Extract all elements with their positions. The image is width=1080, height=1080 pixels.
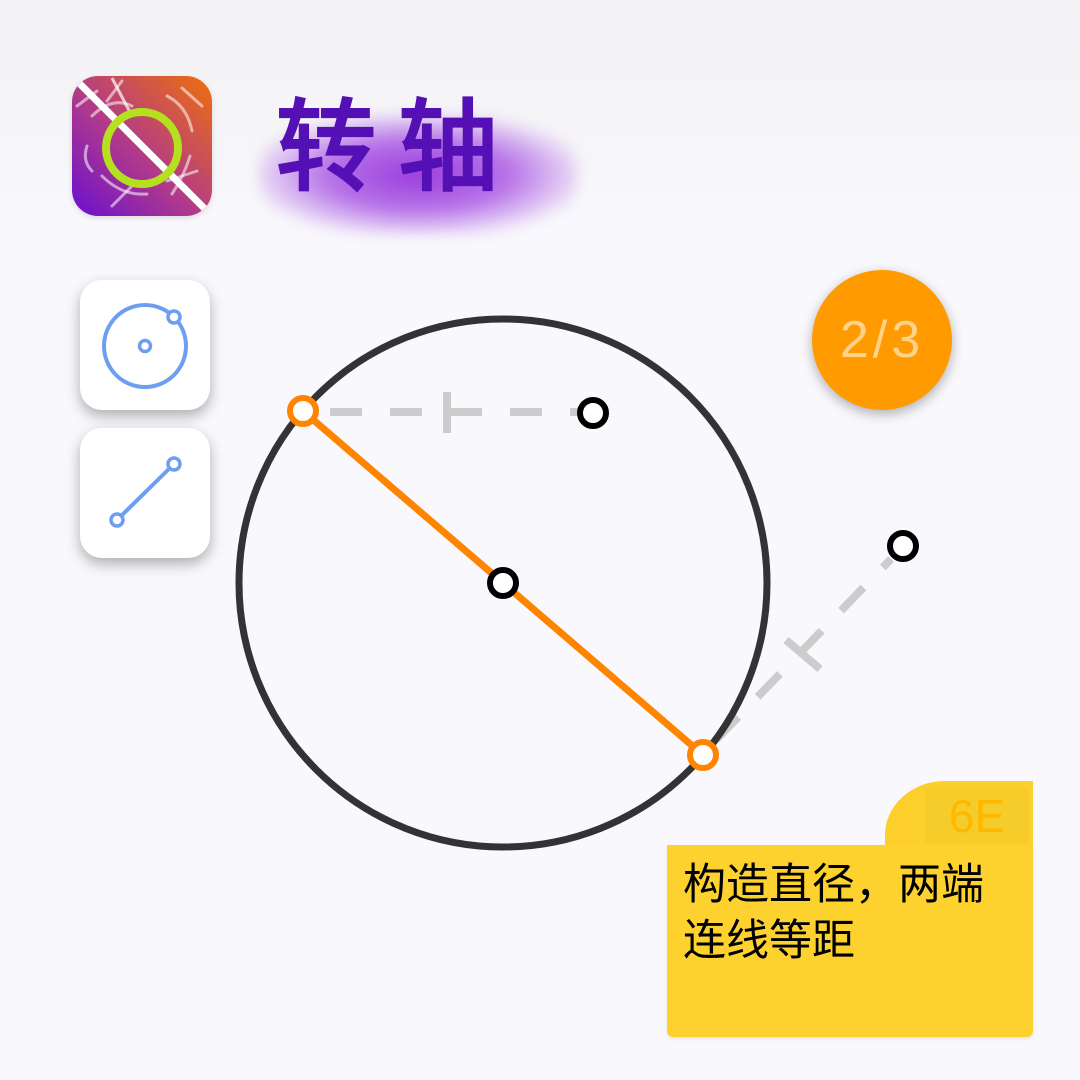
- hint-text-line-2: 连线等距: [683, 916, 855, 966]
- guide-line-right: [713, 556, 894, 743]
- level-code-box: 6E: [925, 787, 1029, 843]
- given-point-b[interactable]: [887, 530, 919, 562]
- given-point-a[interactable]: [577, 397, 609, 429]
- circle-center-point[interactable]: [487, 567, 519, 599]
- hint-note[interactable]: 6E 构造直径，两端 连线等距: [667, 781, 1033, 1037]
- guide-line-top: [318, 392, 578, 433]
- diameter-endpoint-top[interactable]: [287, 395, 319, 427]
- diameter-endpoint-bottom[interactable]: [687, 739, 719, 771]
- level-code: 6E: [948, 790, 1006, 842]
- hint-text: 构造直径，两端 连线等距: [683, 857, 1028, 969]
- hint-text-line-1: 构造直径，两端: [683, 860, 984, 910]
- hint-note-tab: 6E: [885, 781, 1033, 851]
